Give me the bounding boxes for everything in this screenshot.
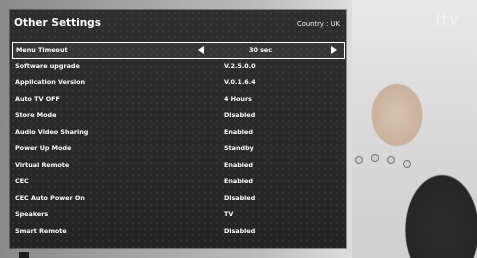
setting-label: CEC bbox=[15, 177, 29, 185]
setting-label: Software upgrade bbox=[15, 62, 80, 70]
settings-row-auto-tv-off[interactable]: Auto TV OFF 4 Hours bbox=[10, 92, 346, 108]
other-settings-panel: Other Settings Country : UK Menu Timeout… bbox=[10, 10, 346, 248]
setting-label: Power Up Mode bbox=[15, 144, 72, 152]
settings-row-menu-timeout[interactable]: Menu Timeout 30 sec bbox=[12, 42, 345, 59]
remote-key-icon bbox=[19, 252, 29, 258]
setting-value: V.2.5.0.0 bbox=[224, 62, 256, 70]
setting-label: Application Version bbox=[15, 78, 86, 86]
setting-label: Audio Video Sharing bbox=[15, 128, 89, 136]
settings-row-smart-remote[interactable]: Smart Remote Disabled bbox=[10, 224, 346, 240]
page-title: Other Settings bbox=[14, 17, 101, 29]
setting-value: Enabled bbox=[224, 161, 253, 169]
settings-row-power-up-mode[interactable]: Power Up Mode Standby bbox=[10, 141, 346, 157]
settings-row-virtual-remote[interactable]: Virtual Remote Enabled bbox=[10, 158, 346, 174]
settings-row-speakers[interactable]: Speakers TV bbox=[10, 207, 346, 223]
setting-value: Disabled bbox=[224, 111, 256, 119]
left-arrow-icon[interactable] bbox=[198, 46, 204, 54]
video-presenter-image bbox=[352, 0, 477, 258]
setting-label: Auto TV OFF bbox=[15, 95, 60, 103]
setting-value: Disabled bbox=[224, 227, 256, 235]
settings-row-audio-video-sharing[interactable]: Audio Video Sharing Enabled bbox=[10, 125, 346, 141]
setting-label: Menu Timeout bbox=[16, 46, 68, 54]
setting-label: Smart Remote bbox=[15, 227, 67, 235]
setting-value: 30 sec bbox=[249, 46, 273, 54]
country-label: Country : UK bbox=[296, 20, 340, 28]
setting-value: Enabled bbox=[224, 177, 253, 185]
right-arrow-icon[interactable] bbox=[331, 46, 337, 54]
settings-row-software-upgrade[interactable]: Software upgrade V.2.5.0.0 bbox=[10, 59, 346, 75]
setting-value: 4 Hours bbox=[224, 95, 252, 103]
setting-label: CEC Auto Power On bbox=[15, 194, 85, 202]
setting-value: Disabled bbox=[224, 194, 256, 202]
setting-label: Virtual Remote bbox=[15, 161, 70, 169]
settings-row-cec[interactable]: CEC Enabled bbox=[10, 174, 346, 190]
footer-hint bbox=[19, 252, 39, 258]
setting-value: Enabled bbox=[224, 128, 253, 136]
broadcaster-logo: itv bbox=[435, 10, 459, 29]
setting-value: TV bbox=[224, 210, 234, 218]
settings-row-store-mode[interactable]: Store Mode Disabled bbox=[10, 108, 346, 124]
setting-label: Speakers bbox=[15, 210, 49, 218]
settings-row-cec-auto-power-on[interactable]: CEC Auto Power On Disabled bbox=[10, 191, 346, 207]
video-detail bbox=[355, 152, 415, 172]
settings-row-application-version[interactable]: Application Version V.0.1.6.4 bbox=[10, 75, 346, 91]
setting-label: Store Mode bbox=[15, 111, 57, 119]
setting-value: V.0.1.6.4 bbox=[224, 78, 256, 86]
setting-value: Standby bbox=[224, 144, 254, 152]
